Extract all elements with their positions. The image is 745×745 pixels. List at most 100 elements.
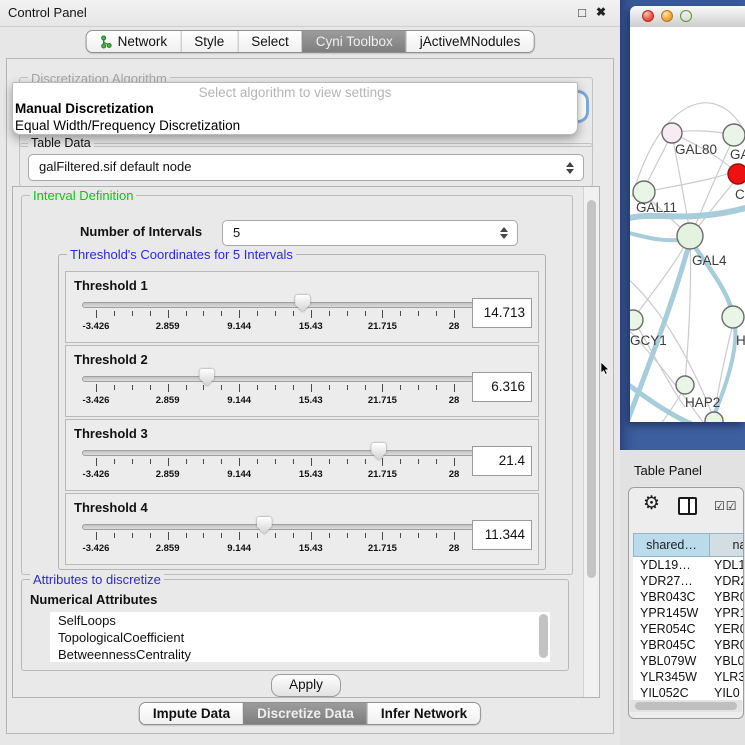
tab-infer-network[interactable]: Infer Network bbox=[367, 703, 480, 724]
threshold-slider[interactable]: -3.4262.8599.14415.4321.71528 bbox=[82, 372, 474, 412]
slider-tick-label: 15.43 bbox=[299, 395, 323, 406]
zoom-traffic-light-icon[interactable] bbox=[680, 10, 692, 22]
settings-vertical-scrollbar[interactable] bbox=[583, 187, 599, 697]
tab-network[interactable]: Network bbox=[87, 31, 181, 52]
threshold-slider[interactable]: -3.4262.8599.14415.4321.71528 bbox=[82, 298, 474, 338]
minimize-traffic-light-icon[interactable] bbox=[661, 10, 673, 22]
table-row[interactable]: YBR045CYBR0 bbox=[633, 637, 744, 653]
slider-track[interactable] bbox=[82, 524, 474, 530]
algorithm-placeholder: Select algorithm to view settings bbox=[13, 85, 577, 100]
slider-thumb[interactable] bbox=[199, 369, 214, 386]
network-node-HAP2[interactable] bbox=[676, 376, 694, 394]
algorithm-option-manual[interactable]: Manual Discretization bbox=[13, 100, 577, 117]
close-traffic-light-icon[interactable] bbox=[642, 10, 654, 22]
network-node-label: GAL4 bbox=[692, 253, 727, 268]
slider-track[interactable] bbox=[82, 450, 474, 456]
scrollbar-thumb[interactable] bbox=[635, 702, 737, 710]
table-row[interactable]: YBR043CYBR0 bbox=[633, 589, 744, 605]
scrollbar-thumb[interactable] bbox=[587, 200, 596, 578]
tab-style[interactable]: Style bbox=[180, 31, 237, 52]
table-row[interactable]: YDL19…YDL1 bbox=[633, 557, 744, 573]
slider-tick bbox=[311, 310, 312, 318]
list-scrollbar-thumb[interactable] bbox=[539, 614, 548, 658]
network-node-GAL4[interactable] bbox=[677, 223, 703, 249]
slider-tick bbox=[150, 385, 151, 390]
tab-jactivemnodules[interactable]: jActiveMNodules bbox=[406, 31, 534, 52]
slider-tick bbox=[96, 384, 97, 392]
table-row[interactable]: YDR27…YDR2 bbox=[633, 573, 744, 589]
network-node-node-bottom[interactable] bbox=[705, 412, 723, 422]
column-header-name[interactable]: na bbox=[710, 533, 744, 557]
table-row[interactable]: YER054CYER0 bbox=[633, 621, 744, 637]
network-window-titlebar[interactable] bbox=[630, 6, 745, 28]
checkbox-icons[interactable]: ☑☑ bbox=[714, 499, 738, 513]
threshold-label: Threshold 1 bbox=[74, 278, 148, 293]
slider-tick bbox=[132, 533, 133, 538]
apply-button[interactable]: Apply bbox=[271, 674, 341, 697]
attribute-list-item[interactable]: TopologicalCoefficient bbox=[50, 629, 550, 646]
threshold-value-field[interactable]: 21.4 bbox=[472, 446, 532, 476]
threshold-slider[interactable]: -3.4262.8599.14415.4321.71528 bbox=[82, 520, 474, 560]
slider-thumb[interactable] bbox=[371, 443, 386, 460]
network-node-node-right[interactable] bbox=[722, 306, 744, 328]
desktop-background: GAL80GACGAL11GAL4GCY1HHAP2 Table Panel ⚙… bbox=[620, 0, 745, 745]
tab-network-label: Network bbox=[118, 34, 168, 49]
algorithm-option-equal-width[interactable]: Equal Width/Frequency Discretization bbox=[13, 117, 577, 134]
combo-stepper-icon bbox=[500, 227, 508, 239]
table-horizontal-scrollbar[interactable] bbox=[630, 700, 742, 712]
tab-select[interactable]: Select bbox=[237, 31, 302, 52]
slider-track[interactable] bbox=[82, 376, 474, 382]
numerical-attributes-list[interactable]: SelfLoopsTopologicalCoefficientBetweenne… bbox=[50, 612, 550, 662]
table-cell-shared: YBR043C bbox=[633, 589, 710, 605]
slider-tick bbox=[347, 385, 348, 390]
table-data-combobox[interactable]: galFiltered.sif default node bbox=[28, 154, 584, 181]
threshold-value-field[interactable]: 6.316 bbox=[472, 372, 532, 402]
attribute-list-item[interactable]: SelfLoops bbox=[50, 612, 550, 629]
threshold-value-field[interactable]: 11.344 bbox=[472, 520, 532, 550]
number-of-intervals-combobox[interactable]: 5 bbox=[222, 220, 518, 246]
network-node-node-red[interactable] bbox=[728, 164, 745, 184]
slider-tick-label: -3.426 bbox=[83, 395, 110, 406]
table-header-row: shared… na bbox=[633, 533, 744, 557]
slider-thumb[interactable] bbox=[295, 295, 310, 312]
slider-tick bbox=[96, 458, 97, 466]
slider-tick bbox=[186, 533, 187, 538]
slider-thumb-shape bbox=[295, 295, 310, 312]
slider-tick-label: 21.715 bbox=[368, 543, 397, 554]
slider-tick bbox=[454, 310, 455, 318]
table-row[interactable]: YBL079WYBL0 bbox=[633, 653, 744, 669]
slider-tick bbox=[168, 532, 169, 540]
slider-tick bbox=[418, 311, 419, 316]
slider-tick bbox=[436, 385, 437, 390]
tab-cyni-toolbox[interactable]: Cyni Toolbox bbox=[302, 31, 406, 52]
gear-icon[interactable]: ⚙ bbox=[643, 494, 660, 514]
network-node-label: GA bbox=[730, 147, 745, 162]
float-window-icon[interactable]: □ bbox=[578, 5, 586, 20]
network-node-GCY1[interactable] bbox=[630, 310, 643, 330]
attribute-list-item[interactable]: BetweennessCentrality bbox=[50, 646, 550, 662]
slider-track[interactable] bbox=[82, 302, 474, 308]
close-window-icon[interactable]: ✖ bbox=[596, 5, 606, 19]
slider-tick bbox=[132, 459, 133, 464]
tab-discretize-data[interactable]: Discretize Data bbox=[243, 703, 367, 724]
slider-tick-label: 9.144 bbox=[227, 395, 251, 406]
slider-tick bbox=[365, 533, 366, 538]
split-columns-icon[interactable] bbox=[678, 497, 697, 515]
slider-tick bbox=[365, 459, 366, 464]
network-canvas[interactable]: GAL80GACGAL11GAL4GCY1HHAP2 bbox=[630, 27, 745, 422]
table-row[interactable]: YPR145WYPR1 bbox=[633, 605, 744, 621]
slider-tick bbox=[293, 385, 294, 390]
network-node-GAL80[interactable] bbox=[662, 123, 682, 143]
table-row[interactable]: YLR345WYLR3 bbox=[633, 669, 744, 685]
slider-tick bbox=[329, 533, 330, 538]
threshold-value-field[interactable]: 14.713 bbox=[472, 298, 532, 328]
table-panel-box: ⚙ ☑☑ shared… na YDL19…YDL1YDR27…YDR2YBR0… bbox=[628, 487, 744, 719]
threshold-slider[interactable]: -3.4262.8599.14415.4321.71528 bbox=[82, 446, 474, 486]
slider-thumb[interactable] bbox=[257, 517, 272, 534]
slider-tick-label: 2.859 bbox=[156, 543, 180, 554]
network-node-node-upper[interactable] bbox=[723, 124, 745, 146]
table-row[interactable]: YIL052CYIL0 bbox=[633, 685, 744, 701]
control-panel-titlebar: Control Panel □ ✖ bbox=[0, 0, 620, 27]
tab-impute-data[interactable]: Impute Data bbox=[140, 703, 243, 724]
column-header-shared[interactable]: shared… bbox=[633, 533, 710, 557]
